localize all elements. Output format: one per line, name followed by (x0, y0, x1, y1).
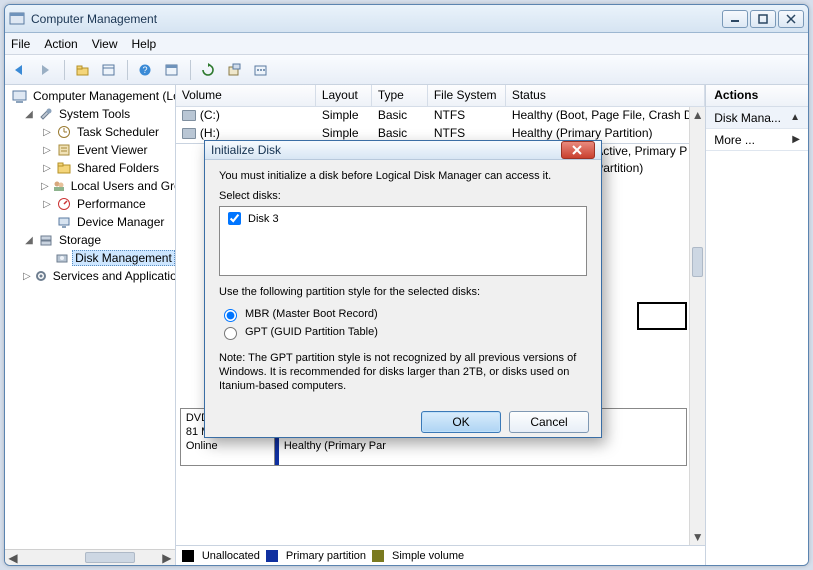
dialog-titlebar[interactable]: Initialize Disk (205, 141, 601, 160)
tree-local-users[interactable]: ▷Local Users and Groups (5, 177, 175, 195)
tree-disk-management[interactable]: Disk Management (5, 249, 175, 267)
actions-header: Actions (706, 85, 808, 107)
properties-button[interactable] (98, 59, 120, 81)
disk-icon (55, 250, 69, 266)
actions-pane: Actions Disk Mana...▲ More ...▶ (706, 85, 808, 565)
back-button[interactable] (9, 59, 31, 81)
drive-icon (182, 128, 196, 139)
legend: Unallocated Primary partition Simple vol… (176, 545, 705, 565)
col-layout[interactable]: Layout (316, 85, 372, 106)
center-vscrollbar[interactable]: ▲▼ (689, 107, 705, 545)
event-icon (56, 142, 72, 158)
tree-services[interactable]: ▷Services and Applications (5, 267, 175, 285)
maximize-button[interactable] (750, 10, 776, 28)
close-button[interactable] (778, 10, 804, 28)
menu-action[interactable]: Action (44, 37, 77, 51)
perf-icon (56, 196, 72, 212)
up-button[interactable] (72, 59, 94, 81)
select-disks-label: Select disks: (219, 190, 587, 202)
volume-list-header[interactable]: Volume Layout Type File System Status (176, 85, 705, 107)
titlebar[interactable]: Computer Management (5, 5, 808, 33)
computer-icon (12, 88, 28, 104)
swatch-simple (372, 550, 384, 562)
window-title: Computer Management (31, 12, 722, 26)
tree-root[interactable]: Computer Management (Local (5, 87, 175, 105)
menubar: File Action View Help (5, 33, 808, 55)
refresh-button[interactable] (198, 59, 220, 81)
dialog-note: Note: The GPT partition style is not rec… (219, 352, 587, 393)
dialog-close-button[interactable] (561, 141, 595, 159)
tree-event-viewer[interactable]: ▷Event Viewer (5, 141, 175, 159)
help-button[interactable]: ? (135, 59, 157, 81)
swatch-unallocated (182, 550, 194, 562)
swatch-primary (266, 550, 278, 562)
settings-button[interactable] (224, 59, 246, 81)
menu-help[interactable]: Help (132, 37, 157, 51)
mbr-radio[interactable] (224, 309, 237, 322)
tree-performance[interactable]: ▷Performance (5, 195, 175, 213)
minimize-button[interactable] (722, 10, 748, 28)
menu-view[interactable]: View (92, 37, 118, 51)
folder-icon (56, 160, 72, 176)
storage-icon (38, 232, 54, 248)
svg-text:?: ? (142, 65, 147, 75)
disk3-checkbox[interactable] (228, 212, 241, 225)
forward-button[interactable] (35, 59, 57, 81)
col-status[interactable]: Status (506, 85, 705, 106)
gpt-radio[interactable] (224, 327, 237, 340)
partition-style-label: Use the following partition style for th… (219, 286, 587, 298)
disk-select-list[interactable]: Disk 3 (219, 206, 587, 276)
toolbar: ? (5, 55, 808, 85)
disk-checkbox-row[interactable]: Disk 3 (224, 209, 582, 228)
ok-button[interactable]: OK (421, 411, 501, 433)
drive-icon (182, 110, 196, 121)
initialize-disk-dialog: Initialize Disk You must initialize a di… (204, 140, 602, 438)
actions-context[interactable]: Disk Mana...▲ (706, 107, 808, 129)
services-icon (34, 268, 48, 284)
col-volume[interactable]: Volume (176, 85, 316, 106)
clock-icon (56, 124, 72, 140)
nav-tree[interactable]: Computer Management (Local ◢ System Tool… (5, 85, 176, 565)
actions-more[interactable]: More ...▶ (706, 129, 808, 151)
gpt-option[interactable]: GPT (GUID Partition Table) (219, 324, 587, 340)
tree-device-manager[interactable]: Device Manager (5, 213, 175, 231)
collapse-icon: ▲ (790, 112, 800, 123)
mbr-option[interactable]: MBR (Master Boot Record) (219, 306, 587, 322)
device-icon (56, 214, 72, 230)
menu-file[interactable]: File (11, 37, 30, 51)
app-icon (9, 11, 25, 27)
col-type[interactable]: Type (372, 85, 428, 106)
tree-system-tools[interactable]: ◢ System Tools (5, 105, 175, 123)
partition-peek[interactable] (637, 302, 687, 330)
tree-shared-folders[interactable]: ▷Shared Folders (5, 159, 175, 177)
tools-icon (38, 106, 54, 122)
col-fs[interactable]: File System (428, 85, 506, 106)
chevron-right-icon: ▶ (792, 134, 800, 145)
cancel-button[interactable]: Cancel (509, 411, 589, 433)
tree-task-scheduler[interactable]: ▷Task Scheduler (5, 123, 175, 141)
tree-hscrollbar[interactable]: ◀▶ (5, 549, 175, 565)
tree-storage[interactable]: ◢Storage (5, 231, 175, 249)
dialog-title: Initialize Disk (211, 143, 281, 157)
extra-button[interactable] (250, 59, 272, 81)
users-icon (52, 178, 66, 194)
volume-row[interactable]: (C:) Simple Basic NTFS Healthy (Boot, Pa… (176, 107, 705, 125)
dialog-message: You must initialize a disk before Logica… (219, 170, 587, 182)
view-button[interactable] (161, 59, 183, 81)
